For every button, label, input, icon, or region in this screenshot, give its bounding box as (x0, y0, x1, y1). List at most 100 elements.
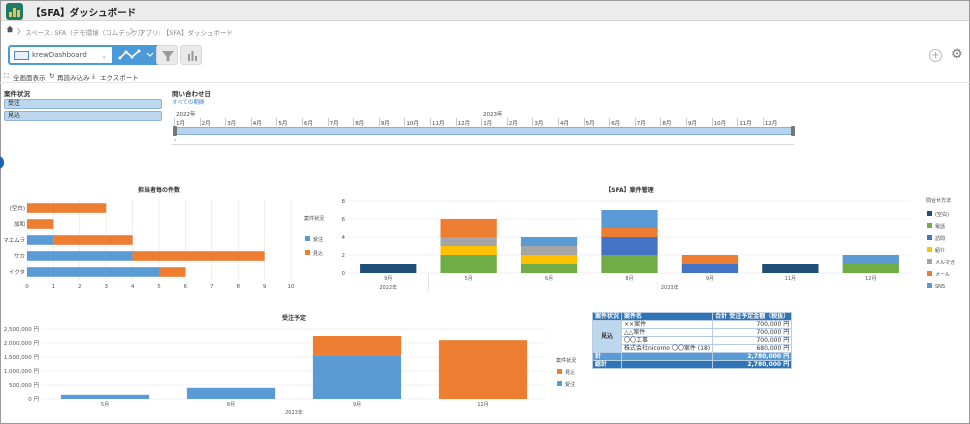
bar[interactable] (440, 219, 497, 237)
bar[interactable] (440, 237, 497, 246)
bar[interactable] (681, 264, 739, 273)
filter-button[interactable] (156, 45, 178, 65)
bar[interactable] (159, 267, 186, 277)
bar[interactable] (681, 255, 739, 264)
timeline-tick (327, 118, 329, 126)
table-row: △△案件 700,000 円 (593, 328, 793, 337)
legend-swatch (557, 369, 562, 374)
timeline-month[interactable]: 7月 (330, 119, 339, 127)
bar[interactable] (53, 235, 133, 245)
timeline-month[interactable]: 8月 (355, 119, 364, 127)
timeline-month[interactable]: 1月 (483, 119, 492, 127)
bar[interactable] (440, 246, 497, 255)
timeline-tick (353, 118, 355, 126)
timeline-month[interactable]: 7月 (637, 119, 646, 127)
legend-swatch (305, 250, 310, 255)
tick-label: 4 (342, 235, 346, 241)
timeline-handle-end[interactable] (791, 126, 795, 136)
bar[interactable] (27, 251, 133, 261)
pivot-amount: 700,000 円 (712, 320, 793, 329)
timeline-month[interactable]: 4月 (560, 119, 569, 127)
breadcrumb-separator-icon: ❯ (129, 27, 135, 35)
timeline-month[interactable]: 10月 (714, 119, 727, 127)
reload-button[interactable]: 再読み込み (57, 72, 90, 82)
bar[interactable] (27, 203, 107, 213)
gear-icon[interactable]: ⚙ (951, 47, 963, 62)
timeline-month[interactable]: 6月 (611, 119, 620, 127)
timeline-month[interactable]: 2月 (509, 119, 518, 127)
status-filter-label: 案件状況 (4, 90, 30, 98)
timeline-slider[interactable] (175, 127, 794, 135)
bar[interactable] (27, 267, 159, 277)
dashboard-icon (14, 51, 29, 60)
timeline-month[interactable]: 9月 (381, 119, 390, 127)
bar[interactable] (60, 394, 150, 399)
timeline-tick (737, 118, 739, 126)
export-icon: ⤓ (92, 72, 95, 80)
legend-swatch (927, 235, 932, 240)
timeline-month[interactable]: 9月 (688, 119, 697, 127)
bar[interactable] (601, 210, 658, 228)
fullscreen-button[interactable]: 全画面表示 (13, 72, 46, 82)
timeline-month[interactable]: 2月 (202, 119, 211, 127)
export-button[interactable]: エクスポート (100, 72, 139, 82)
breadcrumb-app[interactable]: アプリ: 【SFA】ダッシュボード (139, 27, 233, 37)
timeline-month[interactable]: 11月 (432, 119, 445, 127)
timeline-month[interactable]: 8月 (662, 119, 671, 127)
bar[interactable] (601, 255, 658, 273)
bar[interactable] (601, 228, 658, 237)
bar[interactable] (842, 255, 899, 264)
timeline-tick (430, 118, 431, 126)
legend-label: 訪問 (935, 235, 945, 242)
dashboard-selector[interactable]: krewDashboard ⌄ (8, 45, 112, 65)
scroll-left-icon[interactable]: ‹ (174, 137, 176, 144)
timeline-month[interactable]: 3月 (227, 119, 236, 127)
bar[interactable] (520, 246, 578, 255)
legend-label: 見込 (565, 369, 575, 376)
timeline-month[interactable]: 10月 (406, 119, 419, 127)
bar[interactable] (312, 355, 402, 399)
add-icon[interactable]: + (929, 49, 942, 62)
status-filter-item[interactable]: 受注 (4, 99, 162, 109)
bar[interactable] (132, 251, 265, 261)
visualization-button[interactable] (112, 45, 160, 65)
timeline-tick (174, 118, 175, 126)
legend-title: 案件状況 (556, 357, 576, 364)
bar[interactable] (440, 255, 497, 273)
all-periods-link[interactable]: すべての期間 (172, 98, 204, 106)
bar[interactable] (27, 235, 54, 245)
bar[interactable] (520, 255, 578, 264)
bar[interactable] (520, 237, 578, 246)
chart-settings-button[interactable] (180, 45, 202, 65)
timeline-month[interactable]: 5月 (278, 119, 287, 127)
tick-label: 4 (131, 284, 135, 290)
timeline-month[interactable]: 12月 (458, 119, 471, 127)
bar[interactable] (601, 237, 658, 255)
timeline-month[interactable]: 12月 (765, 119, 778, 127)
fullscreen-icon: ⛶ (4, 72, 9, 80)
timeline-month[interactable]: 6月 (304, 119, 313, 127)
tick-label: 0 円 (28, 396, 39, 403)
bar[interactable] (27, 219, 54, 229)
timeline-month[interactable]: 4月 (253, 119, 262, 127)
timeline-month[interactable]: 5月 (586, 119, 595, 127)
timeline-month[interactable]: 3月 (534, 119, 543, 127)
timeline-tick (404, 118, 406, 126)
status-filter-item[interactable]: 見込 (4, 111, 162, 121)
bar[interactable] (186, 387, 276, 399)
timeline-scrollbar[interactable]: ‹ (172, 137, 794, 145)
bar[interactable] (438, 340, 528, 399)
chart-title: 受注予定 (282, 314, 306, 322)
bar[interactable] (520, 264, 578, 273)
timeline-month[interactable]: 11月 (739, 119, 752, 127)
bar[interactable] (842, 264, 899, 273)
legend-swatch (927, 247, 932, 252)
timeline-handle-start[interactable] (173, 126, 177, 136)
legend-title: 案件状況 (304, 215, 324, 222)
bar[interactable] (762, 264, 819, 273)
tick-label: 7 (210, 284, 214, 290)
bar[interactable] (312, 336, 402, 356)
bar[interactable] (360, 264, 417, 273)
timeline-month[interactable]: 1月 (176, 119, 185, 127)
home-icon[interactable] (6, 25, 14, 33)
